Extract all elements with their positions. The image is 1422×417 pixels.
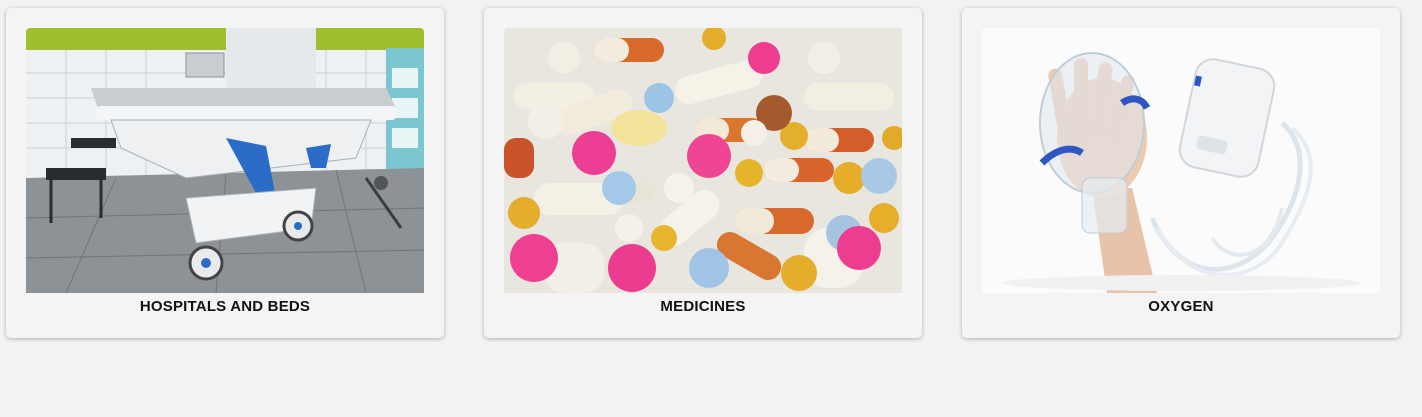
card-title[interactable]: OXYGEN [962,298,1400,315]
card-medicines[interactable]: MEDICINES [484,8,922,338]
card-title[interactable]: MEDICINES [484,298,922,315]
hospital-bed-image[interactable] [26,28,424,293]
card-hospitals-and-beds[interactable]: HOSPITALS AND BEDS [6,8,444,338]
medicine-pills-illustration [504,28,902,293]
medicine-pills-image[interactable] [504,28,902,293]
oxygen-nebulizer-illustration [982,28,1380,293]
hospital-bed-illustration [26,28,424,293]
card-oxygen[interactable]: OXYGEN [962,8,1400,338]
card-title[interactable]: HOSPITALS AND BEDS [6,298,444,315]
oxygen-nebulizer-image[interactable] [982,28,1380,293]
service-cards-grid: HOSPITALS AND BEDS MEDICINES OXYGEN [0,0,1422,417]
